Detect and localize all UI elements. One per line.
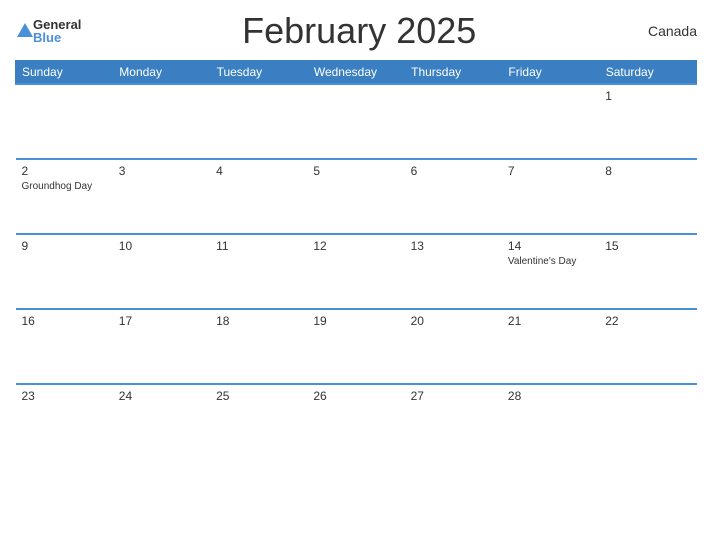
week-row-0: 1	[16, 84, 697, 159]
calendar-cell: 15	[599, 234, 696, 309]
country-label: Canada	[637, 23, 697, 39]
day-number: 23	[22, 389, 107, 403]
month-title: February 2025	[81, 10, 637, 52]
day-number: 9	[22, 239, 107, 253]
logo-text: General Blue	[33, 18, 81, 44]
calendar-cell: 4	[210, 159, 307, 234]
day-number: 28	[508, 389, 593, 403]
day-number: 22	[605, 314, 690, 328]
calendar-cell: 28	[502, 384, 599, 459]
calendar-cell: 27	[405, 384, 502, 459]
calendar-cell: 26	[307, 384, 404, 459]
calendar-cell: 6	[405, 159, 502, 234]
week-row-1: 2 Groundhog Day 345678	[16, 159, 697, 234]
calendar-cell: 23	[16, 384, 113, 459]
calendar-cell: 21	[502, 309, 599, 384]
header-sunday: Sunday	[16, 61, 113, 85]
day-number: 5	[313, 164, 398, 178]
day-number: 16	[22, 314, 107, 328]
day-number: 15	[605, 239, 690, 253]
day-number: 17	[119, 314, 204, 328]
calendar-cell: 7	[502, 159, 599, 234]
day-number: 1	[605, 89, 690, 103]
calendar-cell	[502, 84, 599, 159]
calendar-cell: 14 Valentine's Day	[502, 234, 599, 309]
day-number: 10	[119, 239, 204, 253]
day-number: 26	[313, 389, 398, 403]
calendar-cell: 12	[307, 234, 404, 309]
calendar-cell: 3	[113, 159, 210, 234]
calendar-cell: 17	[113, 309, 210, 384]
header-monday: Monday	[113, 61, 210, 85]
day-number: 4	[216, 164, 301, 178]
day-number: 8	[605, 164, 690, 178]
calendar-cell: 13	[405, 234, 502, 309]
week-row-2: 9 10 11 12 13 14 Valentine's Day 15	[16, 234, 697, 309]
calendar-header: General Blue February 2025 Canada	[15, 10, 697, 52]
calendar-cell: 1	[599, 84, 696, 159]
calendar-cell: 20	[405, 309, 502, 384]
day-number: 27	[411, 389, 496, 403]
calendar-cell	[307, 84, 404, 159]
day-number: 13	[411, 239, 496, 253]
day-number: 25	[216, 389, 301, 403]
logo-blue-text: Blue	[33, 31, 81, 44]
day-number: 6	[411, 164, 496, 178]
logo: General Blue	[15, 18, 81, 44]
day-number: 12	[313, 239, 398, 253]
calendar-cell: 18	[210, 309, 307, 384]
day-number: 2	[22, 164, 107, 178]
event-label: Groundhog Day	[22, 180, 107, 193]
day-number: 24	[119, 389, 204, 403]
calendar-cell	[113, 84, 210, 159]
calendar-cell	[405, 84, 502, 159]
calendar-cell: 24	[113, 384, 210, 459]
week-row-3: 16 17 18 19 20 21 22	[16, 309, 697, 384]
header-friday: Friday	[502, 61, 599, 85]
header-thursday: Thursday	[405, 61, 502, 85]
day-number: 21	[508, 314, 593, 328]
calendar-cell	[210, 84, 307, 159]
day-number: 3	[119, 164, 204, 178]
calendar-container: General Blue February 2025 Canada Sunday…	[0, 0, 712, 550]
day-number: 7	[508, 164, 593, 178]
day-number: 19	[313, 314, 398, 328]
calendar-cell: 11	[210, 234, 307, 309]
day-headers-row: Sunday Monday Tuesday Wednesday Thursday…	[16, 61, 697, 85]
logo-triangle-icon	[17, 23, 33, 37]
day-number: 18	[216, 314, 301, 328]
calendar-cell: 16	[16, 309, 113, 384]
calendar-cell: 9	[16, 234, 113, 309]
calendar-cell	[16, 84, 113, 159]
calendar-cell: 5	[307, 159, 404, 234]
day-number: 14	[508, 239, 593, 253]
calendar-cell	[599, 384, 696, 459]
header-wednesday: Wednesday	[307, 61, 404, 85]
calendar-cell: 22	[599, 309, 696, 384]
calendar-cell: 8	[599, 159, 696, 234]
day-number: 20	[411, 314, 496, 328]
event-label: Valentine's Day	[508, 255, 593, 268]
calendar-grid: Sunday Monday Tuesday Wednesday Thursday…	[15, 60, 697, 459]
header-saturday: Saturday	[599, 61, 696, 85]
day-number: 11	[216, 239, 301, 253]
calendar-cell: 10	[113, 234, 210, 309]
header-tuesday: Tuesday	[210, 61, 307, 85]
week-row-4: 23 24 25 26 27 28	[16, 384, 697, 459]
calendar-cell: 19	[307, 309, 404, 384]
calendar-cell: 2 Groundhog Day	[16, 159, 113, 234]
calendar-cell: 25	[210, 384, 307, 459]
